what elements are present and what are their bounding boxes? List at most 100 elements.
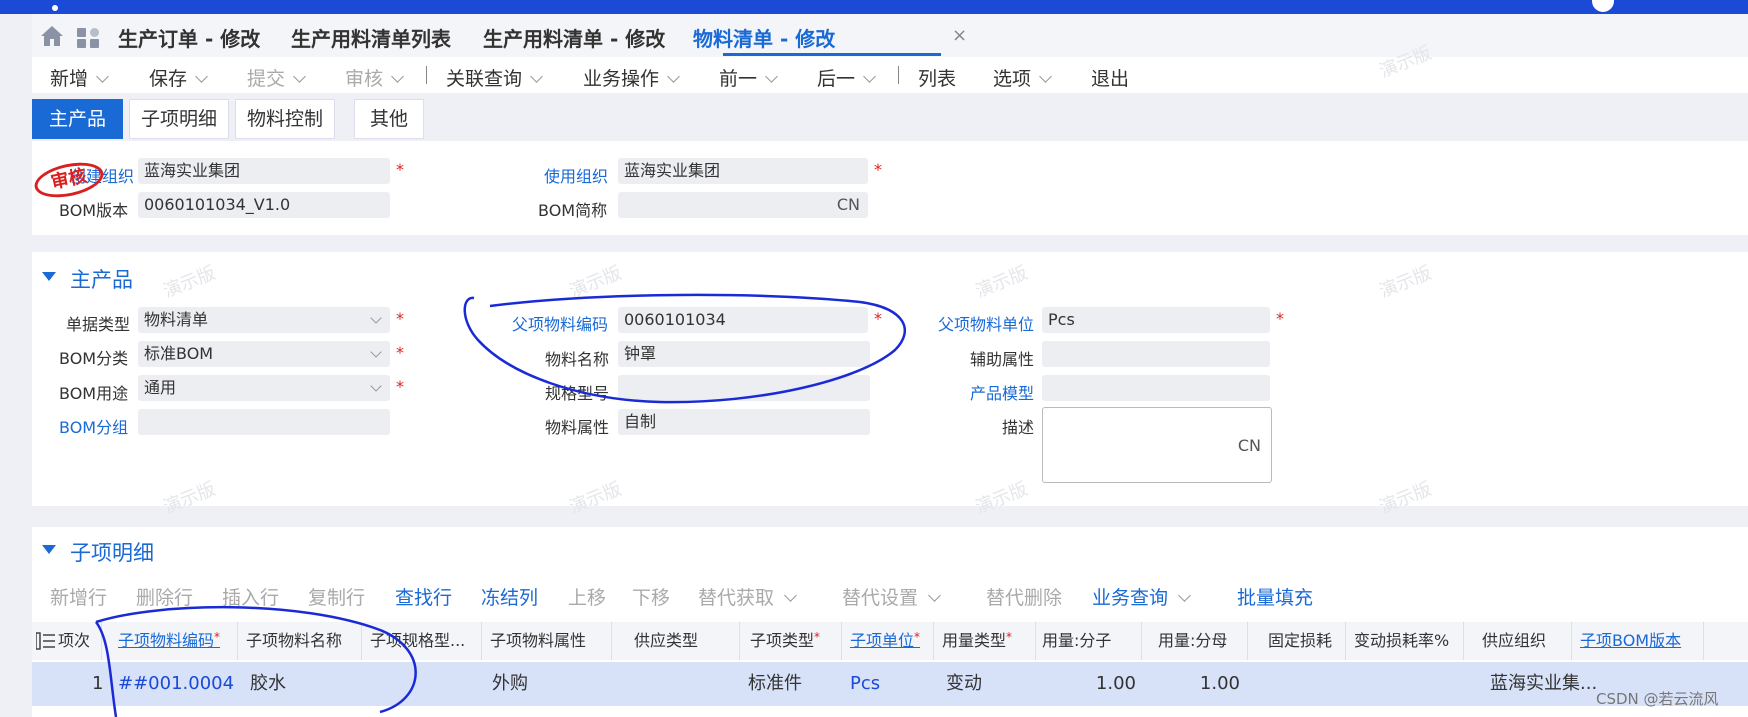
home-icon[interactable] [40,25,64,47]
spec-field[interactable] [618,375,870,401]
col-child-spec[interactable]: 子项规格型... [362,622,482,660]
subtab-child-details[interactable]: 子项明细 [129,99,229,139]
collapse-triangle-icon[interactable] [42,272,56,281]
bom-short-field[interactable]: CN [618,192,868,218]
business-query-button[interactable]: 业务查询 [1092,583,1191,610]
cell-child-name[interactable]: 胶水 [250,662,360,706]
lang-suffix[interactable]: CN [837,192,860,218]
prev-button[interactable]: 前一 [719,64,778,91]
substitute-get-button[interactable]: 替代获取 [698,583,797,610]
cell-child-unit[interactable]: Pcs [850,662,930,706]
col-supply-org[interactable]: 供应组织 [1464,622,1572,660]
cell-qty-numerator[interactable]: 1.00 [1036,662,1136,706]
col-child-code[interactable]: 子项物料编码* [110,622,238,660]
save-button[interactable]: 保存 [149,64,208,91]
parent-unit-field[interactable]: Pcs [1042,307,1270,333]
chevron-down-icon [370,346,382,358]
bom-short-label: BOM简称 [538,201,608,220]
material-name-field[interactable]: 钟罩 [618,341,870,367]
substitute-delete-button[interactable]: 替代删除 [986,583,1062,610]
col-child-unit[interactable]: 子项单位* [842,622,934,660]
chevron-down-icon [391,70,404,83]
list-button[interactable]: 列表 [918,64,956,91]
business-ops-button[interactable]: 业务操作 [583,64,680,91]
apps-icon[interactable] [76,27,100,49]
col-child-name[interactable]: 子项物料名称 [238,622,362,660]
substitute-set-button[interactable]: 替代设置 [842,583,941,610]
new-button[interactable]: 新增 [50,64,109,91]
chevron-down-icon [370,380,382,392]
col-qty-numerator[interactable]: 用量:分子 [1036,622,1142,660]
bom-use-select[interactable]: 通用 [138,375,390,401]
material-attr-field[interactable]: 自制 [618,409,870,435]
exit-button[interactable]: 退出 [1091,64,1129,91]
options-button[interactable]: 选项 [993,64,1052,91]
cell-qty-denominator[interactable]: 1.00 [1142,662,1240,706]
cell-qty-type[interactable]: 变动 [946,662,1032,706]
cell-child-type[interactable]: 标准件 [748,662,838,706]
find-row-button[interactable]: 查找行 [395,583,452,610]
use-org-field[interactable]: 蓝海实业集团 [618,158,868,184]
parent-code-label[interactable]: 父项物料编码 [512,311,608,335]
tab-bom-edit[interactable]: 物料清单 - 修改 [693,23,835,52]
col-child-bom-version[interactable]: 子项BOM版本 [1572,622,1704,660]
tab-material-list[interactable]: 生产用料清单列表 [291,23,451,52]
next-button[interactable]: 后一 [817,64,876,91]
chevron-down-icon [863,70,876,83]
delete-row-button[interactable]: 删除行 [136,583,193,610]
chevron-down-icon [1039,70,1052,83]
collapse-triangle-icon[interactable] [42,545,56,554]
col-seq[interactable]: 项次 [56,622,102,660]
cell-supply-org[interactable]: 蓝海实业集... [1490,662,1596,706]
subtab-main-product[interactable]: 主产品 [32,99,123,139]
copy-row-button[interactable]: 复制行 [308,583,365,610]
col-qty-denominator[interactable]: 用量:分母 [1142,622,1248,660]
insert-row-button[interactable]: 插入行 [222,583,279,610]
cell-variable-loss[interactable] [1346,662,1456,706]
close-icon[interactable]: × [952,25,967,46]
tab-material-list-edit[interactable]: 生产用料清单 - 修改 [483,23,665,52]
user-avatar[interactable] [1592,0,1614,12]
freeze-column-button[interactable]: 冻结列 [481,583,538,610]
move-up-button[interactable]: 上移 [568,583,606,610]
cell-child-spec[interactable] [374,662,474,706]
col-variable-loss[interactable]: 变动损耗率% [1346,622,1464,660]
col-qty-type[interactable]: 用量类型* [934,622,1036,660]
subtab-other[interactable]: 其他 [354,99,424,139]
related-query-button[interactable]: 关联查询 [446,64,543,91]
cell-child-code[interactable]: ##001.0004 [118,662,238,706]
doc-type-select[interactable]: 物料清单 [138,307,390,333]
batch-fill-button[interactable]: 批量填充 [1237,583,1313,610]
col-child-type[interactable]: 子项类型* [740,622,842,660]
use-org-label: 使用组织 [544,167,609,186]
aux-attr-field[interactable] [1042,341,1270,367]
bom-category-label: BOM分类 [59,349,129,368]
move-down-button[interactable]: 下移 [632,583,670,610]
lang-suffix[interactable]: CN [1238,436,1261,455]
parent-code-field[interactable]: 0060101034 [618,307,868,333]
menu-dot-icon[interactable] [52,5,58,11]
subtab-material-control[interactable]: 物料控制 [235,99,335,139]
create-org-field[interactable]: 蓝海实业集团 [138,158,390,184]
cell-supply-type[interactable] [622,662,732,706]
cell-child-attr[interactable]: 外购 [492,662,602,706]
column-settings-icon[interactable] [36,632,56,650]
bom-category-select[interactable]: 标准BOM [138,341,390,367]
col-supply-type[interactable]: 供应类型 [612,622,740,660]
tab-production-order-edit[interactable]: 生产订单 - 修改 [118,23,260,52]
bom-group-field[interactable] [138,409,390,435]
submit-button[interactable]: 提交 [247,64,306,91]
parent-unit-label[interactable]: 父项物料单位 [938,311,1034,335]
product-model-field[interactable] [1042,375,1270,401]
product-model-label[interactable]: 产品模型 [970,380,1034,404]
bom-group-label[interactable]: BOM分组 [59,414,128,438]
desc-textarea[interactable]: CN [1042,407,1272,483]
add-row-button[interactable]: 新增行 [50,583,107,610]
col-fixed-loss[interactable]: 固定损耗 [1248,622,1346,660]
col-child-attr[interactable]: 子项物料属性 [482,622,612,660]
chevron-down-icon [370,312,382,324]
table-row[interactable]: 1 ##001.0004 胶水 外购 标准件 Pcs 变动 1.00 1.00 … [32,662,1748,706]
bom-version-field[interactable]: 0060101034_V1.0 [138,192,390,218]
cell-fixed-loss[interactable] [1248,662,1338,706]
audit-button[interactable]: 审核 [345,64,404,91]
